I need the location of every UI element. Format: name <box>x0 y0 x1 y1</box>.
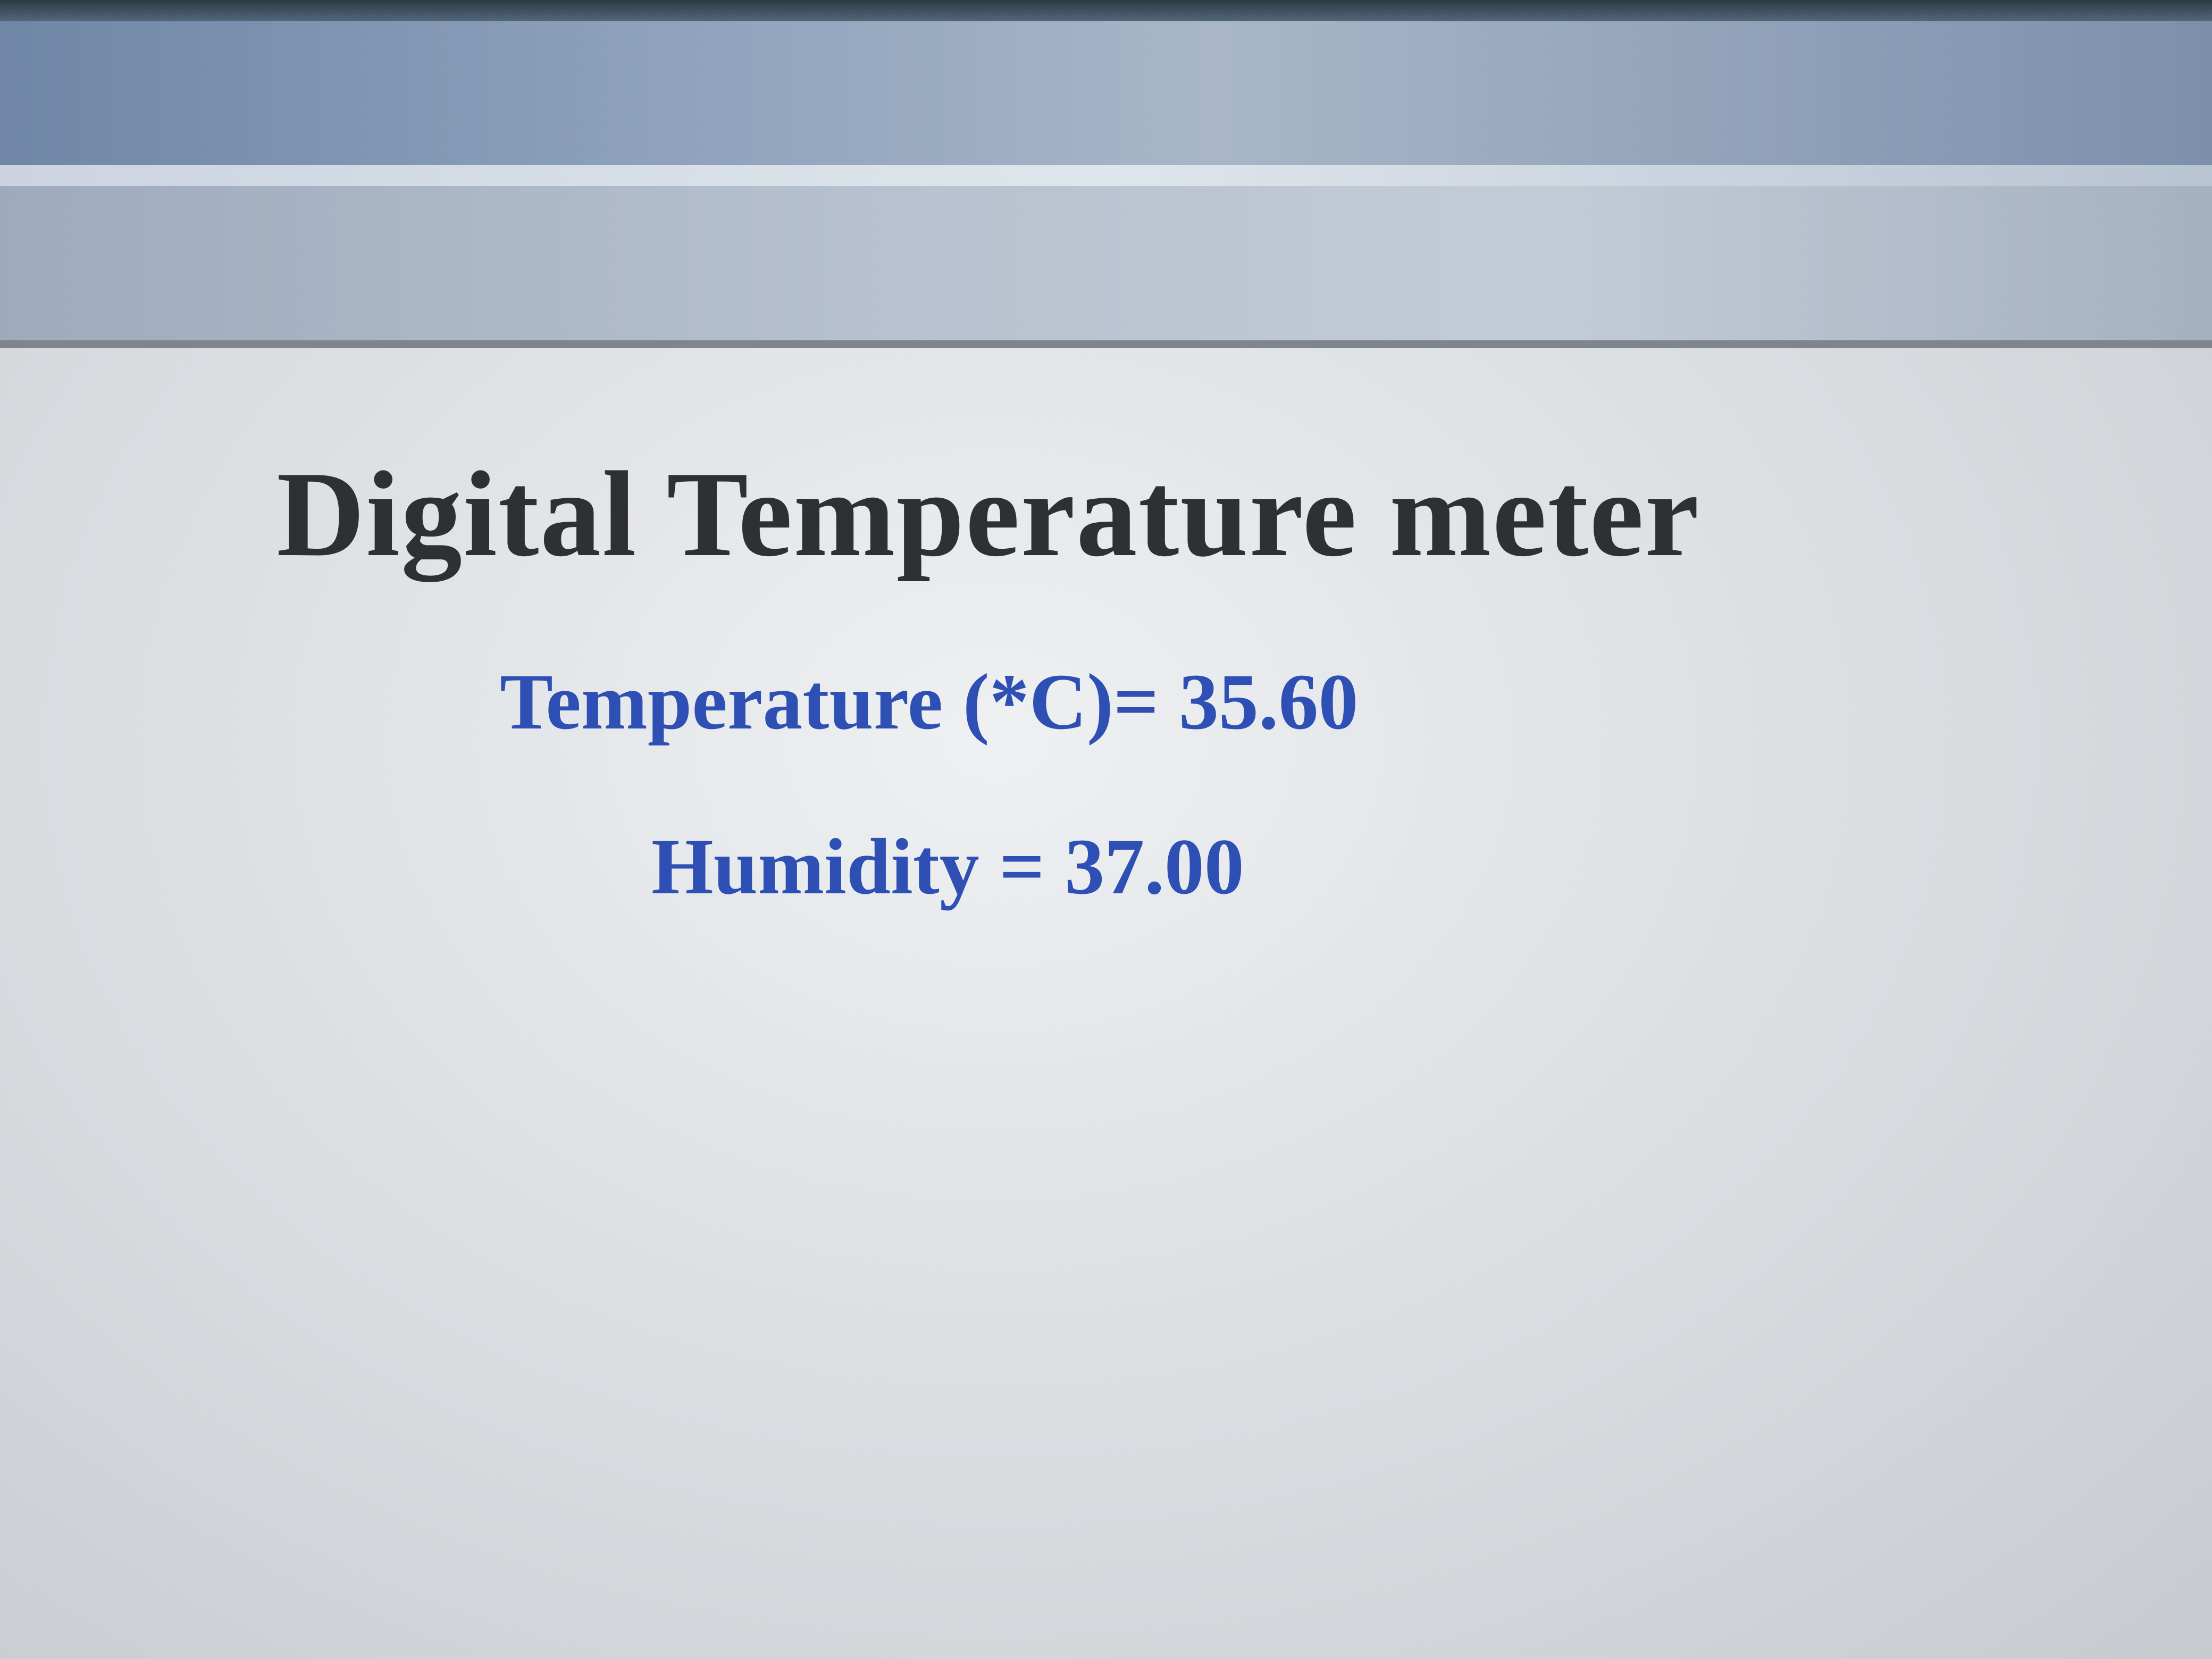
monitor-bezel <box>0 0 2212 21</box>
humidity-reading: Humidity = 37.00 <box>651 823 1244 911</box>
page-title: Digital Temperature meter <box>276 446 1700 582</box>
browser-address-area <box>0 186 2212 340</box>
temperature-reading: Temperature (*C)= 35.60 <box>500 658 1359 746</box>
toolbar-edge <box>0 165 2212 186</box>
web-page-content: Digital Temperature meter Temperature (*… <box>0 348 2212 1659</box>
browser-divider <box>0 340 2212 348</box>
browser-toolbar <box>0 21 2212 165</box>
